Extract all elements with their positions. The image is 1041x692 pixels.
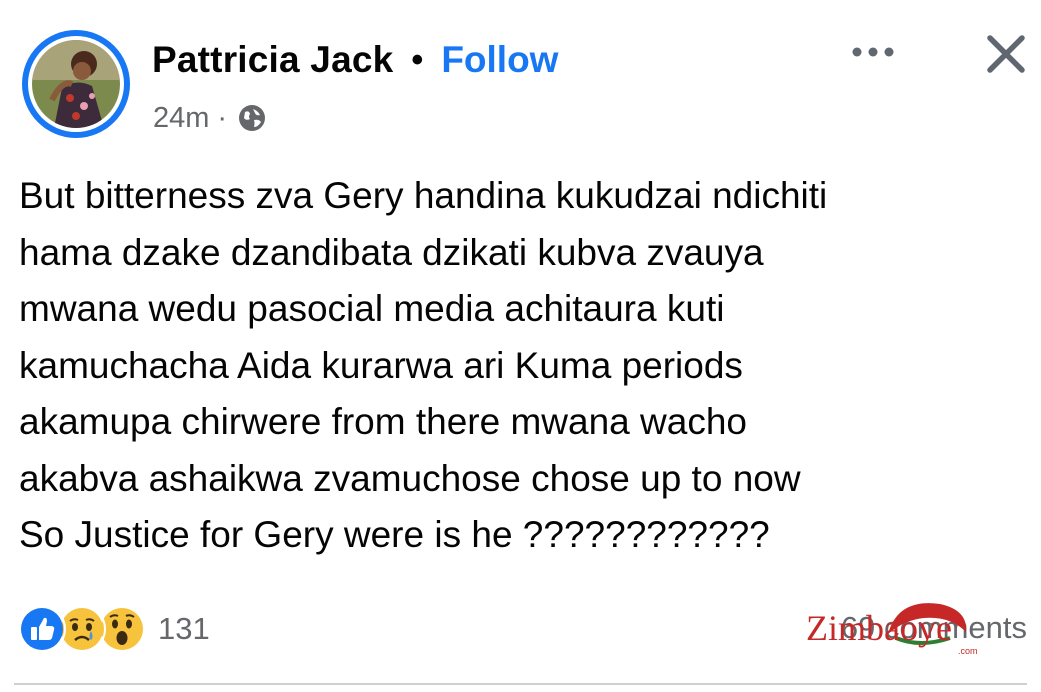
reactions-summary[interactable]: 131 — [18, 605, 210, 653]
post-text-line: But bitterness zva Gery handina kukudzai… — [19, 175, 828, 216]
avatar-ring[interactable] — [22, 30, 130, 138]
post-meta: 24m · — [153, 98, 267, 138]
globe-icon — [239, 105, 266, 131]
close-icon[interactable] — [984, 32, 1028, 76]
watermark-suffix: .com — [958, 646, 978, 656]
post-body: But bitterness zva Gery handina kukudzai… — [19, 168, 1029, 564]
like-icon — [18, 605, 66, 653]
post-text-line: akamupa chirwere from there mwana wacho — [19, 401, 747, 442]
author-name[interactable]: Pattricia Jack — [152, 39, 393, 81]
post-text-line: mwana wedu pasocial media achitaura kuti — [19, 288, 725, 329]
more-horizontal-icon[interactable] — [848, 40, 898, 64]
divider — [14, 683, 1027, 685]
post-time[interactable]: 24m — [153, 102, 209, 135]
avatar[interactable] — [32, 40, 120, 128]
reaction-count: 131 — [158, 611, 210, 646]
post-text-line: akabva ashaikwa zvamuchose chose up to n… — [19, 457, 801, 499]
follow-button[interactable]: Follow — [441, 39, 558, 81]
post-text-line: kamuchacha Aida kurarwa ari Kuma periods — [19, 344, 743, 386]
post-header: Pattricia Jack • Follow — [152, 34, 558, 86]
watermark-text: Zimbaoye — [806, 608, 952, 648]
meta-separator: · — [217, 101, 228, 134]
avatar-border — [28, 36, 124, 132]
watermark-logo: Zimbaoye .com — [806, 603, 978, 656]
post-text-line: hama dzake dzandibata dzikati kubva zvau… — [19, 231, 764, 273]
post-text-line: So Justice for Gery were is he ?????????… — [19, 514, 770, 555]
name-separator: • — [411, 40, 424, 79]
